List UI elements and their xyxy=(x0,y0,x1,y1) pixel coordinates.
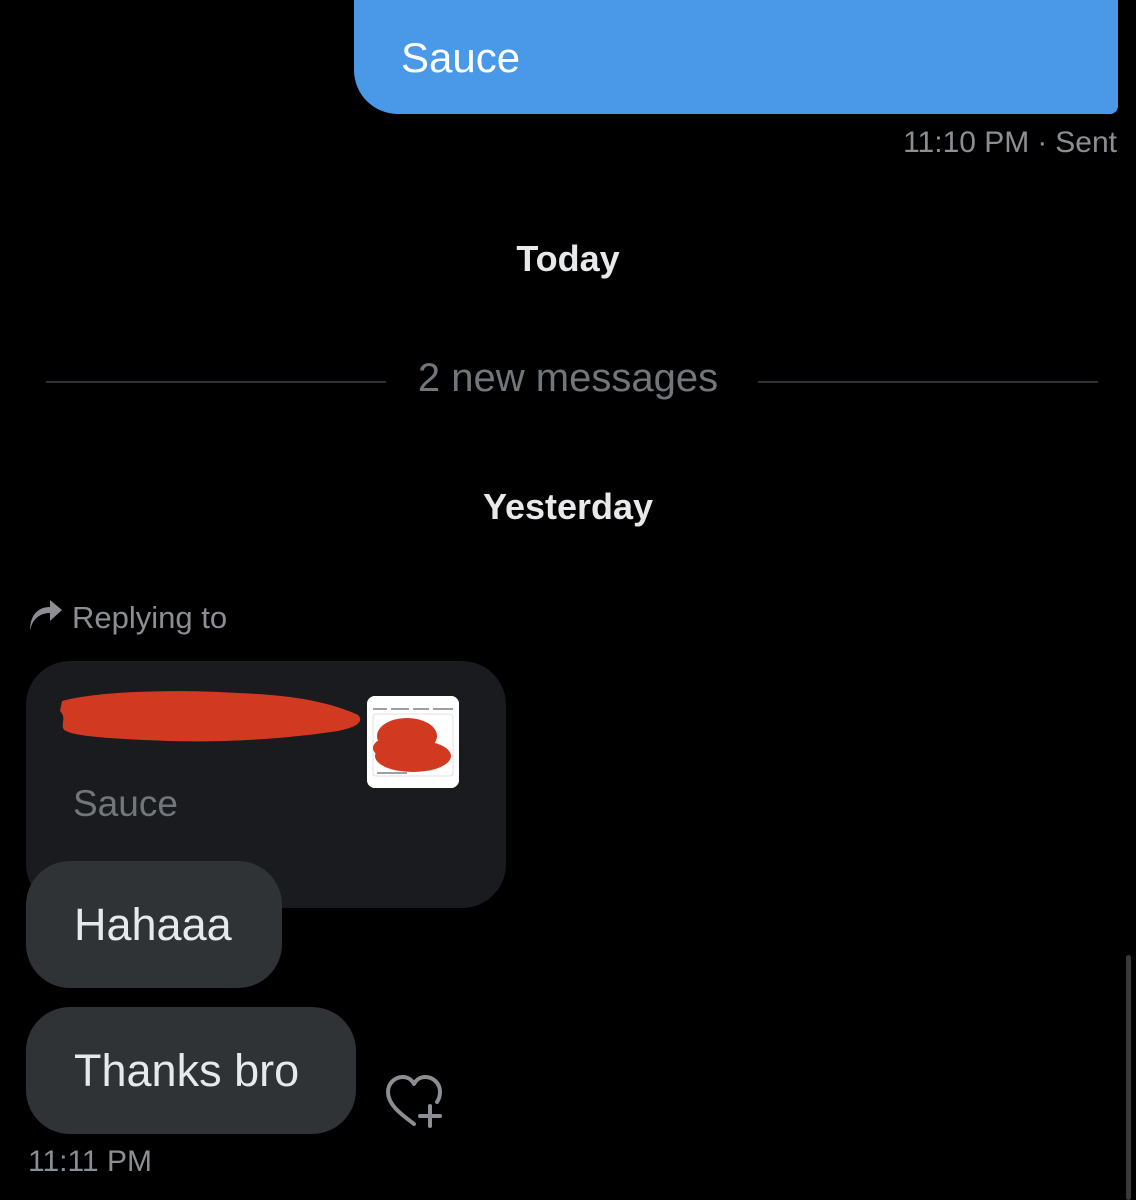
redacted-author-name xyxy=(58,687,364,752)
received-message-text: Thanks bro xyxy=(74,1044,300,1096)
new-messages-label: 2 new messages xyxy=(393,356,743,400)
replying-to-label: Replying to xyxy=(72,600,228,635)
date-label-yesterday: Yesterday xyxy=(482,486,654,527)
quoted-message-text: Sauce xyxy=(73,783,178,824)
replying-to-header: Replying to xyxy=(28,598,227,638)
new-messages-divider: 2 new messages xyxy=(0,356,1136,401)
quoted-image-thumbnail xyxy=(367,696,459,788)
sent-message-status: Sent xyxy=(1055,126,1117,159)
sent-message-meta: 11:10 PM · Sent xyxy=(903,126,1117,160)
heart-plus-icon[interactable] xyxy=(382,1072,446,1130)
scrollbar[interactable] xyxy=(1126,955,1131,1200)
received-message-text: Hahaaa xyxy=(74,898,232,950)
received-message-bubble[interactable]: Thanks bro xyxy=(26,1007,356,1134)
date-label-today: Today xyxy=(516,238,620,279)
received-message-time: 11:11 PM xyxy=(28,1145,152,1178)
sent-message-time: 11:10 PM xyxy=(903,126,1030,159)
sent-message-text: Sauce xyxy=(401,34,521,81)
meta-separator: · xyxy=(1037,126,1048,159)
received-message-bubble[interactable]: Hahaaa xyxy=(26,861,282,988)
sent-message-bubble[interactable]: Sauce xyxy=(354,0,1118,114)
reply-arrow-icon xyxy=(28,598,64,638)
